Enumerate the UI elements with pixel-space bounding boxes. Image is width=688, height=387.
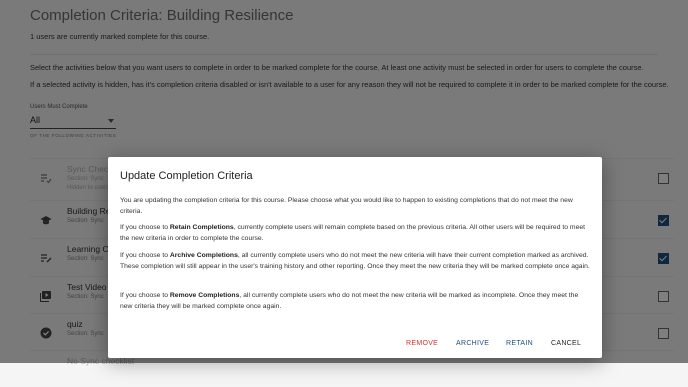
retain-prefix: If you choose to xyxy=(120,224,170,231)
remove-prefix: If you choose to xyxy=(120,292,170,299)
retain-button[interactable]: RETAIN xyxy=(506,340,533,347)
dialog-intro-text: You are updating the completion criteria… xyxy=(120,197,573,215)
remove-description: If you choose to Remove Completions, all… xyxy=(120,291,590,312)
cancel-button[interactable]: CANCEL xyxy=(551,340,581,347)
retain-bold: Retain Completions xyxy=(169,224,234,231)
archive-prefix: If you choose to xyxy=(120,252,170,259)
archive-button[interactable]: ARCHIVE xyxy=(456,340,489,347)
remove-button[interactable]: REMOVE xyxy=(406,340,438,347)
archive-description: If you choose to Archive Completions, al… xyxy=(120,251,590,272)
update-completion-dialog: Update Completion Criteria You are updat… xyxy=(108,157,602,358)
remove-bold: Remove Completions xyxy=(169,292,240,299)
retain-description: If you choose to Retain Completions, cur… xyxy=(120,223,590,244)
dialog-title: Update Completion Criteria xyxy=(120,170,253,182)
archive-bold: Archive Completions xyxy=(169,252,238,259)
